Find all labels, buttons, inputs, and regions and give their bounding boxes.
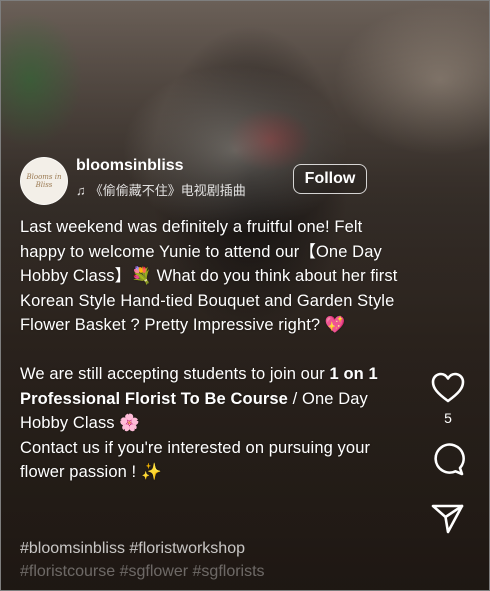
hashtags-line-2[interactable]: #floristcourse #sgflower #sgflorists [20,563,265,581]
caption-paragraph-2: We are still accepting students to join … [20,362,410,436]
hashtags-line-1[interactable]: #bloomsinbliss #floristworkshop [20,540,245,558]
avatar[interactable]: Blooms in Bliss [20,157,68,205]
like-count: 5 [444,410,452,426]
follow-button[interactable]: Follow [293,164,367,194]
music-note-icon: ♫ [76,183,86,198]
heart-icon[interactable] [431,372,465,404]
music-title: 《偷偷藏不住》电视剧插曲 [89,183,246,198]
post-caption: Last weekend was definitely a fruitful o… [20,215,410,485]
sparkles-emoji: ✨ [140,463,162,481]
bouquet-emoji: 💐 [131,267,152,285]
caption-text: We are still accepting students to join … [20,365,330,383]
share-icon[interactable] [431,503,465,535]
avatar-logo-text: Blooms in Bliss [26,173,62,189]
comment-icon[interactable] [431,442,465,476]
post-header: Blooms in Bliss bloomsinbliss ♫ 《偷偷藏不住》电视… [20,155,370,207]
action-bar: 5 [428,372,468,535]
caption-text: Contact us if you're interested on pursu… [20,438,371,482]
caption-paragraph-3: Contact us if you're interested on pursu… [20,436,410,485]
music-info[interactable]: ♫ 《偷偷藏不住》电视剧插曲 [76,180,246,199]
blossom-emoji: 🌸 [119,414,140,432]
heart-emoji: 💖 [324,316,346,334]
caption-paragraph-1: Last weekend was definitely a fruitful o… [20,215,410,338]
username[interactable]: bloomsinbliss [76,157,184,175]
